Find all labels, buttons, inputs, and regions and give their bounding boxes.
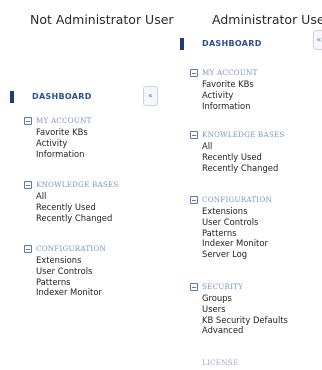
dashboard-label: DASHBOARD	[202, 39, 262, 48]
section-label: MY ACCOUNT	[202, 68, 258, 77]
nav-link-groups[interactable]: Groups	[202, 293, 288, 304]
section-label: SECURITY	[202, 282, 244, 291]
nav-link-information[interactable]: Information	[202, 101, 254, 112]
nav-link-indexer-monitor[interactable]: Indexer Monitor	[202, 238, 268, 249]
collapse-minus-icon[interactable]	[190, 131, 198, 139]
nav-link-extensions[interactable]: Extensions	[36, 255, 102, 266]
nav-link-extensions[interactable]: Extensions	[202, 206, 268, 217]
collapse-minus-icon[interactable]	[190, 69, 198, 77]
nav-link-recently-used[interactable]: Recently Used	[202, 152, 278, 163]
collapse-minus-icon[interactable]	[24, 245, 32, 253]
section-label: CONFIGURATION	[202, 195, 272, 204]
nav-link-patterns[interactable]: Patterns	[202, 228, 268, 239]
nav-link-activity[interactable]: Activity	[36, 138, 88, 149]
dashboard-nav-item[interactable]: DASHBOARD	[180, 38, 280, 52]
section-label: KNOWLEDGE BASES	[36, 180, 119, 189]
section-label: KNOWLEDGE BASES	[202, 130, 285, 139]
nav-link-patterns[interactable]: Patterns	[36, 277, 102, 288]
nav-link-user-controls[interactable]: User Controls	[36, 266, 102, 277]
nav-link-all[interactable]: All	[36, 191, 112, 202]
nav-link-server-log[interactable]: Server Log	[202, 249, 268, 260]
nav-link-users[interactable]: Users	[202, 304, 288, 315]
nav-link-favorite-kbs[interactable]: Favorite KBs	[202, 79, 254, 90]
nav-link-activity[interactable]: Activity	[202, 90, 254, 101]
left-column-title: Not Administrator User	[30, 12, 174, 27]
nav-link-recently-changed[interactable]: Recently Changed	[36, 213, 112, 224]
active-indicator	[10, 91, 14, 103]
dashboard-label: DASHBOARD	[32, 92, 92, 101]
section-label: CONFIGURATION	[36, 244, 106, 253]
collapse-sidebar-button[interactable]: «	[143, 86, 158, 106]
right-column-title: Administrator User	[212, 12, 322, 27]
collapse-sidebar-button[interactable]: «	[313, 30, 322, 50]
section-label: LICENSE	[202, 358, 239, 367]
nav-link-indexer-monitor[interactable]: Indexer Monitor	[36, 287, 102, 298]
dashboard-nav-item[interactable]: DASHBOARD	[10, 91, 100, 105]
collapse-minus-icon[interactable]	[190, 196, 198, 204]
collapse-minus-icon[interactable]	[24, 117, 32, 125]
section-label: MY ACCOUNT	[36, 116, 92, 125]
nav-link-user-controls[interactable]: User Controls	[202, 217, 268, 228]
nav-link-recently-changed[interactable]: Recently Changed	[202, 163, 278, 174]
nav-link-kb-security-defaults[interactable]: KB Security Defaults	[202, 315, 288, 326]
nav-link-information[interactable]: Information	[36, 149, 88, 160]
nav-link-advanced[interactable]: Advanced	[202, 325, 288, 336]
collapse-minus-icon[interactable]	[190, 283, 198, 291]
active-indicator	[180, 38, 184, 50]
nav-link-all[interactable]: All	[202, 141, 278, 152]
nav-link-favorite-kbs[interactable]: Favorite KBs	[36, 127, 88, 138]
nav-link-recently-used[interactable]: Recently Used	[36, 202, 112, 213]
collapse-minus-icon[interactable]	[24, 181, 32, 189]
